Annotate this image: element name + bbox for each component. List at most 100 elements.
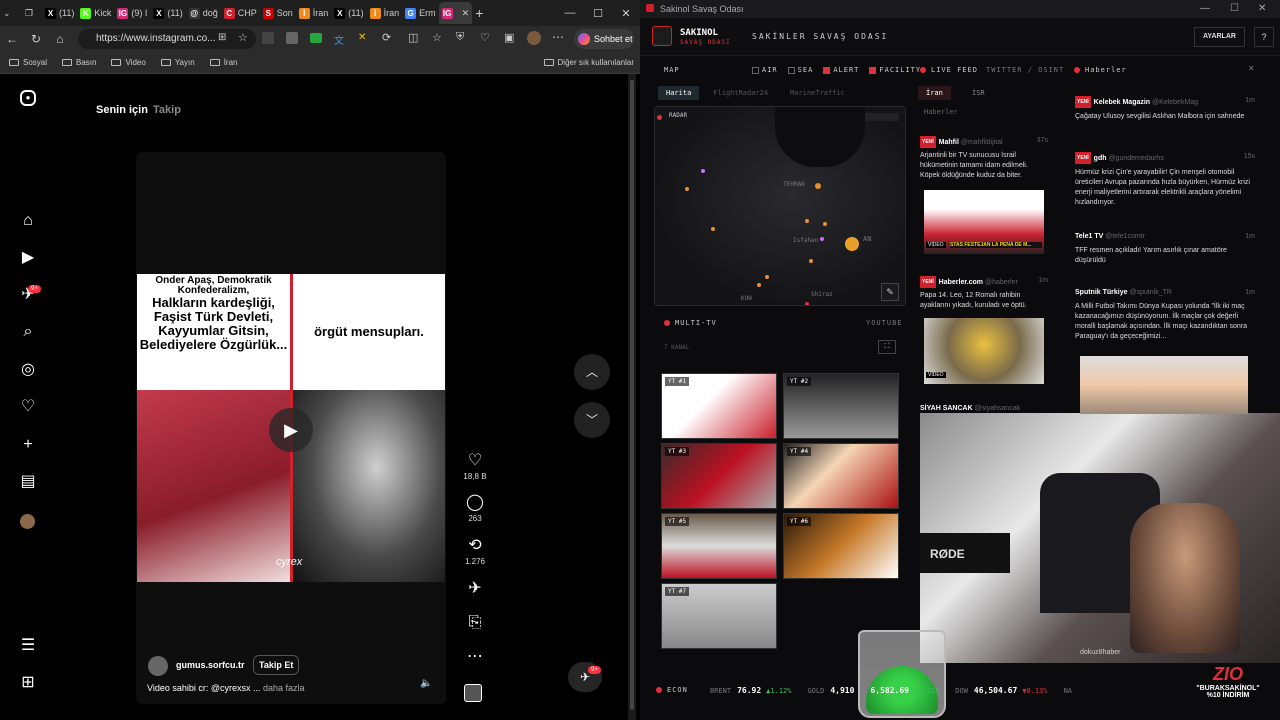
browser-tab[interactable]: IG ✕ (438, 2, 473, 24)
feed-tab-isr[interactable]: İSR (966, 86, 991, 100)
map-marker[interactable] (757, 283, 761, 287)
browser-tab[interactable]: S Son (260, 2, 296, 24)
map-filter-checkbox[interactable]: ALERT (823, 66, 859, 74)
new-tab-button[interactable]: + (472, 2, 492, 24)
browser-tab[interactable]: X (11) (331, 2, 366, 24)
extension-icon[interactable] (286, 32, 298, 44)
workspaces-icon[interactable]: ❐ (22, 2, 42, 24)
collections-icon[interactable]: ⛨ (456, 31, 464, 44)
instagram-logo-icon[interactable]: ● (20, 90, 36, 106)
previous-reel-chevron-up-icon[interactable]: ︿ (574, 354, 610, 390)
other-bookmarks-folder[interactable]: Diğer sık kullanılanlar (543, 58, 634, 67)
profile-avatar[interactable] (20, 514, 35, 529)
map-marker[interactable] (845, 237, 859, 251)
bookmark-folder[interactable]: Video (111, 58, 146, 67)
repost-button[interactable]: ⟲ 1.276 (460, 537, 490, 566)
news-item[interactable]: YENİ Kelebek Magazin @KelebekMag 1m Çağatay… (1075, 96, 1255, 122)
url-bar[interactable]: https://www.instagram.co... (78, 29, 256, 49)
reels-icon[interactable]: ▶ (17, 247, 39, 269)
map-filter-checkbox[interactable]: FACILITY (869, 66, 921, 74)
also-from-meta-icon[interactable]: ⊞ (17, 672, 39, 694)
browser-tab[interactable]: İ İran (367, 2, 403, 24)
notifications-heart-icon[interactable]: ♡ (17, 396, 39, 418)
map-marker[interactable] (711, 227, 715, 231)
map-tab[interactable]: MarineTraffic (782, 86, 853, 100)
favorite-star-icon[interactable]: ☆ (238, 31, 248, 44)
tv-channel-2[interactable]: YT #2 (783, 373, 899, 439)
tv-channel-6[interactable]: YT #6 (783, 513, 899, 579)
tab-for-you[interactable]: Senin için (96, 104, 148, 116)
minimize-icon[interactable]: — (556, 7, 584, 19)
translate-icon[interactable]: 文 (334, 32, 344, 47)
extension-icon[interactable] (262, 32, 274, 44)
map-marker[interactable] (805, 219, 809, 223)
share-button[interactable]: ✈ (460, 580, 490, 598)
maximize-icon[interactable]: ☐ (584, 7, 612, 20)
fullscreen-icon[interactable]: ⛶ (878, 340, 896, 354)
play-button[interactable]: ▶ (269, 408, 313, 452)
map-tab[interactable]: FlightRadar24 (705, 86, 776, 100)
map-marker[interactable] (820, 237, 824, 241)
browser-tab[interactable]: C CHP (221, 2, 260, 24)
news-item[interactable]: Tele1 TV @tele1comtr 1m TFF resmen açıklad… (1075, 232, 1255, 266)
browser-essentials-icon[interactable]: ♡ (480, 31, 490, 44)
feed-media[interactable]: VİDEO (924, 318, 1044, 384)
save-button[interactable]: ⎘ (460, 614, 490, 632)
dashboard-icon[interactable]: ▤ (17, 471, 39, 493)
caption-more-link[interactable]: daha fazla (263, 683, 305, 693)
bookmark-folder[interactable]: Yayın (160, 58, 195, 67)
tv-channel-5[interactable]: YT #5 (661, 513, 777, 579)
app-available-icon[interactable]: ⊞ (218, 32, 226, 43)
map-filter-checkbox[interactable]: SEA (787, 66, 814, 74)
more-menu-icon[interactable]: ⋯ (552, 30, 564, 44)
maximize-icon[interactable]: ☐ (1230, 0, 1239, 18)
browser-tab[interactable]: IG (9) I (114, 2, 150, 24)
radar-map[interactable]: RADAR TEHRAN Isfahan KUW AN Shiraz ✎ (654, 106, 906, 306)
map-marker[interactable] (701, 169, 705, 173)
extensions-puzzle-icon[interactable]: ⟳ (382, 31, 391, 44)
feed-subtab-haberler[interactable]: Haberler (924, 108, 958, 116)
map-tab[interactable]: Harita (658, 86, 700, 100)
draw-pencil-icon[interactable]: ✎ (881, 283, 899, 301)
news-media[interactable] (1080, 356, 1248, 414)
feed-tab-iran[interactable]: İran (918, 86, 951, 100)
scrollbar-thumb[interactable] (630, 80, 634, 710)
home-icon[interactable]: ⌂ (17, 210, 39, 232)
settings-button[interactable]: AYARLAR (1194, 27, 1245, 47)
close-tab-icon[interactable]: ✕ (462, 8, 470, 19)
browser-tab[interactable]: X (11) (42, 2, 77, 24)
home-icon[interactable]: ⌂ (48, 32, 72, 46)
audio-thumbnail[interactable] (464, 684, 482, 702)
map-marker[interactable] (815, 183, 821, 189)
create-plus-icon[interactable]: + (17, 434, 39, 456)
more-menu-icon[interactable]: ☰ (17, 635, 39, 657)
search-icon[interactable]: ⌕ (17, 321, 39, 343)
split-screen-icon[interactable]: ◫ (408, 31, 418, 44)
feed-media[interactable]: VİDEO STAS FESTEJAN LA PENA DE M... (924, 190, 1044, 254)
explore-icon[interactable]: ◎ (17, 359, 39, 381)
map-marker[interactable] (805, 302, 809, 305)
comment-button[interactable]: ◯ 263 (460, 494, 490, 523)
next-reel-chevron-down-icon[interactable]: ﹀ (574, 402, 610, 438)
browser-tab[interactable]: @ doğ (186, 2, 221, 24)
extension-icon[interactable]: ✕ (358, 32, 366, 43)
tv-channel-4[interactable]: YT #4 (783, 443, 899, 509)
author-avatar[interactable] (148, 656, 168, 676)
browser-tab[interactable]: İ İran (296, 2, 332, 24)
tv-channel-1[interactable]: YT #1 (661, 373, 777, 439)
bookmark-folder[interactable]: Sosyal (9, 58, 47, 67)
feed-item[interactable]: YENİ Mahfil @mahfildijital 37s Arjantinli… (920, 136, 1048, 181)
map-marker[interactable] (809, 259, 813, 263)
browser-tab[interactable]: G Erm (402, 2, 439, 24)
news-item[interactable]: YENİ gdh @gundemedairhs 15s Hürmüz krizi Çi… (1075, 152, 1255, 208)
close-window-icon[interactable]: ✕ (612, 7, 640, 20)
tv-channel-3[interactable]: YT #3 (661, 443, 777, 509)
close-window-icon[interactable]: ✕ (1258, 0, 1266, 18)
back-icon[interactable]: ← (0, 32, 24, 46)
mute-icon[interactable]: 🔈 (420, 678, 432, 689)
refresh-icon[interactable]: ↻ (24, 32, 48, 46)
like-button[interactable]: ♡ 18,8 B (460, 452, 490, 481)
bookmark-folder[interactable]: İran (209, 58, 237, 67)
help-button[interactable]: ? (1254, 27, 1274, 47)
tab-actions-chevron-icon[interactable]: ⌄ (0, 2, 22, 24)
